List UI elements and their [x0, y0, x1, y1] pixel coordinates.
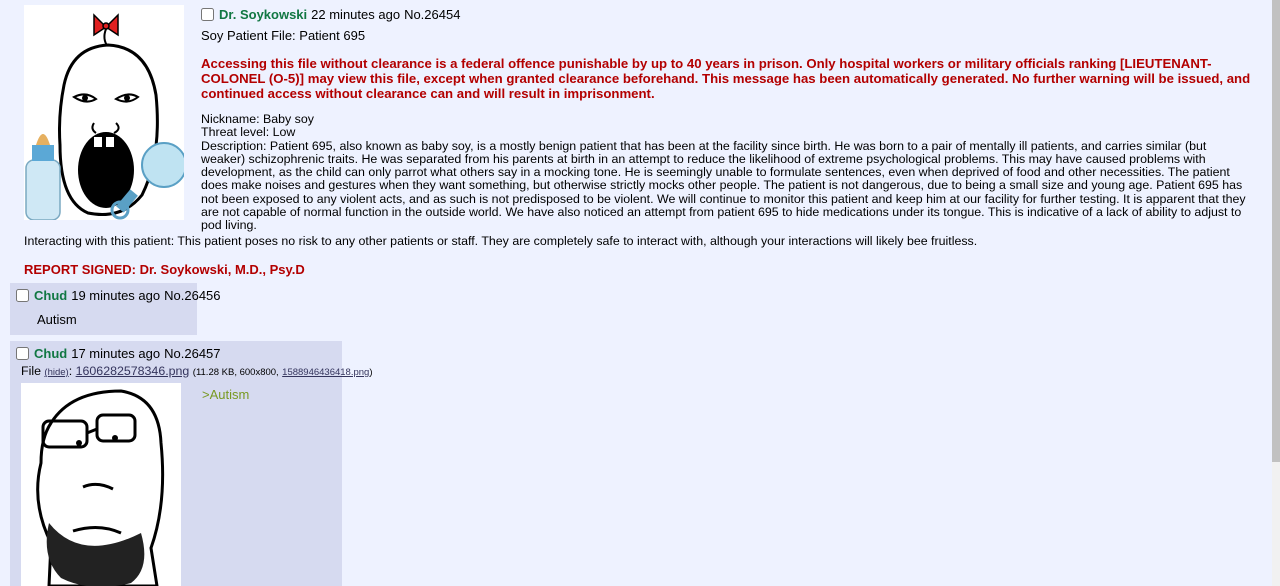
post-time: 19 minutes ago	[71, 288, 161, 303]
op-description-block: Nickname: Baby soy Threat level: Low Des…	[201, 112, 1251, 233]
poster-name[interactable]: Chud	[34, 288, 67, 303]
interacting-note: Interacting with this patient: This pati…	[24, 234, 978, 248]
reply-select-checkbox[interactable]	[16, 289, 29, 302]
threat-level-line: Threat level: Low	[201, 125, 296, 140]
op-image[interactable]	[24, 5, 184, 220]
op-warning-text: Accessing this file without clearance is…	[201, 56, 1251, 101]
op-post-header: Dr. Soykowski 22 minutes ago No.26454	[201, 7, 460, 22]
reply-message: Autism	[37, 312, 77, 327]
op-subject: Soy Patient File: Patient 695	[201, 28, 366, 43]
scrollbar-thumb[interactable]	[1272, 0, 1280, 462]
post-number-link[interactable]: No.26457	[164, 346, 220, 361]
reply-header: Chud 19 minutes ago No.26456	[16, 288, 221, 303]
reply-image[interactable]	[21, 383, 181, 586]
soyjak-baby-drawing	[25, 13, 184, 220]
poster-name[interactable]: Chud	[34, 346, 67, 361]
greentext-quote: >Autism	[202, 387, 250, 402]
file-meta-close: )	[369, 367, 373, 378]
soyjak-glasses-drawing	[36, 389, 165, 586]
poster-name[interactable]: Dr. Soykowski	[219, 7, 307, 22]
original-filename-link[interactable]: 1588946436418.png	[282, 367, 369, 378]
file-label: File	[21, 364, 41, 378]
reply-post: Chud 17 minutes ago No.26457 File (hide)…	[10, 341, 373, 586]
reply-select-checkbox[interactable]	[16, 347, 29, 360]
reply-post: Chud 19 minutes ago No.26456 Autism	[10, 283, 221, 335]
post-number-link[interactable]: No.26456	[164, 288, 220, 303]
post-time: 17 minutes ago	[71, 346, 161, 361]
file-meta: (11.28 KB, 600x800,	[192, 367, 279, 378]
file-name-link[interactable]: 1606282578346.png	[76, 364, 190, 378]
reply-header: Chud 17 minutes ago No.26457	[16, 346, 221, 361]
nickname-line: Nickname: Baby soy	[201, 112, 314, 126]
file-info-line: File (hide): 1606282578346.png (11.28 KB…	[21, 364, 373, 378]
op-select-checkbox[interactable]	[201, 8, 214, 21]
post-time: 22 minutes ago	[311, 7, 401, 22]
post-number-link[interactable]: No.26454	[404, 7, 460, 22]
report-signature: REPORT SIGNED: Dr. Soykowski, M.D., Psy.…	[24, 262, 305, 277]
description-paragraph: Description: Patient 695, also known as …	[201, 138, 1246, 233]
hide-image-link[interactable]: (hide)	[44, 367, 68, 378]
